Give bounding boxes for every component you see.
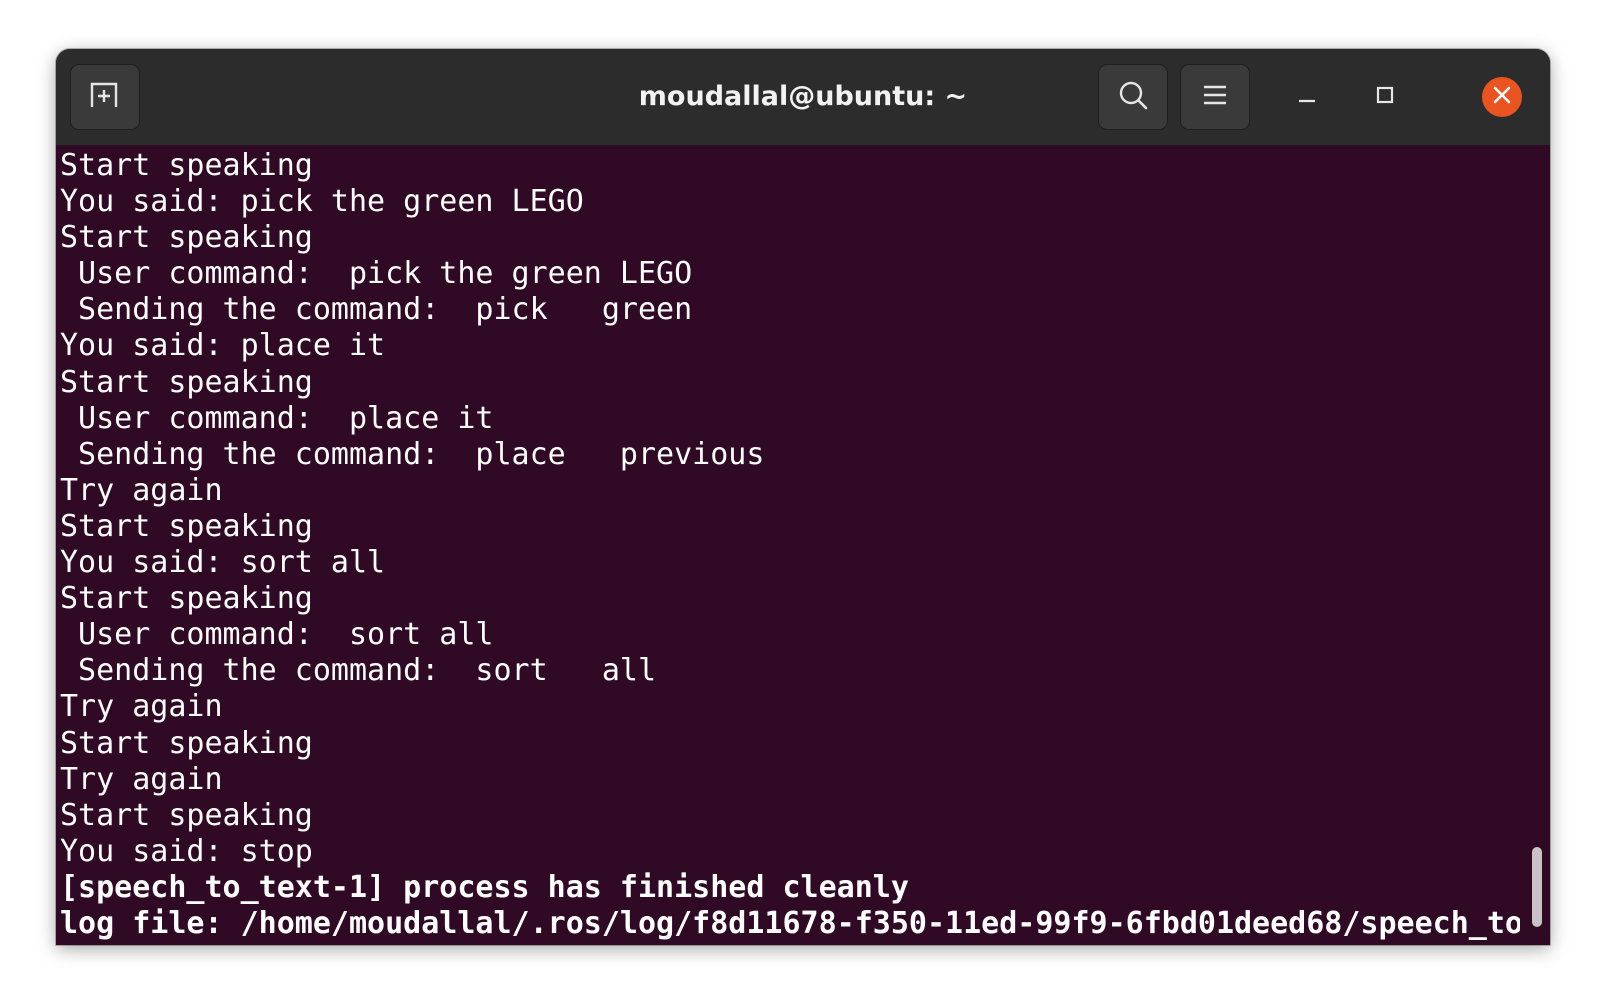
terminal-line: User command: place it — [60, 400, 494, 436]
terminal-line: Sending the command: sort all — [60, 653, 657, 689]
minimize-icon — [1297, 85, 1317, 110]
terminal-line: Sending the command: pick green — [60, 292, 693, 328]
maximize-icon — [1375, 85, 1395, 110]
terminal-line: Try again — [60, 761, 223, 797]
terminal-line: Start speaking — [60, 581, 313, 617]
maximize-button[interactable] — [1365, 77, 1405, 117]
minimize-button[interactable] — [1287, 77, 1327, 117]
scrollbar-thumb[interactable] — [1532, 847, 1542, 927]
terminal-line: Start speaking — [60, 725, 313, 761]
terminal-line: Sending the command: place previous — [60, 436, 765, 472]
terminal-window: moudallal@ubuntu: ~ Start speaking You s… — [56, 49, 1550, 945]
hamburger-menu-icon — [1202, 84, 1228, 111]
terminal-line: Start speaking — [60, 797, 313, 833]
terminal-line: User command: sort all — [60, 617, 494, 653]
terminal-line: Start speaking — [60, 364, 313, 400]
terminal-line: You said: pick the green LEGO — [60, 184, 584, 220]
terminal-line: Start speaking — [60, 508, 313, 544]
terminal-line: [speech_to_text-1] process has finished … — [60, 869, 909, 905]
terminal-line: User command: pick the green LEGO — [60, 256, 693, 292]
menu-button[interactable] — [1180, 64, 1250, 130]
terminal-line: You said: stop — [60, 833, 313, 869]
close-icon — [1493, 86, 1511, 109]
search-button[interactable] — [1098, 64, 1168, 130]
new-tab-icon — [88, 80, 122, 115]
terminal-line: Start speaking — [60, 220, 313, 256]
terminal-line: log file: /home/moudallal/.ros/log/f8d11… — [60, 905, 1520, 941]
terminal-line: You said: place it — [60, 328, 386, 364]
title-bar[interactable]: moudallal@ubuntu: ~ — [56, 49, 1550, 145]
terminal-line: You said: sort all — [60, 545, 386, 581]
terminal-line: Try again — [60, 689, 223, 725]
terminal-output[interactable]: Start speaking You said: pick the green … — [60, 148, 1520, 945]
terminal-line: Try again — [60, 472, 223, 508]
search-icon — [1117, 79, 1149, 116]
close-button[interactable] — [1482, 77, 1522, 117]
terminal-line: Start speaking — [60, 148, 313, 183]
new-tab-button[interactable] — [70, 64, 140, 130]
